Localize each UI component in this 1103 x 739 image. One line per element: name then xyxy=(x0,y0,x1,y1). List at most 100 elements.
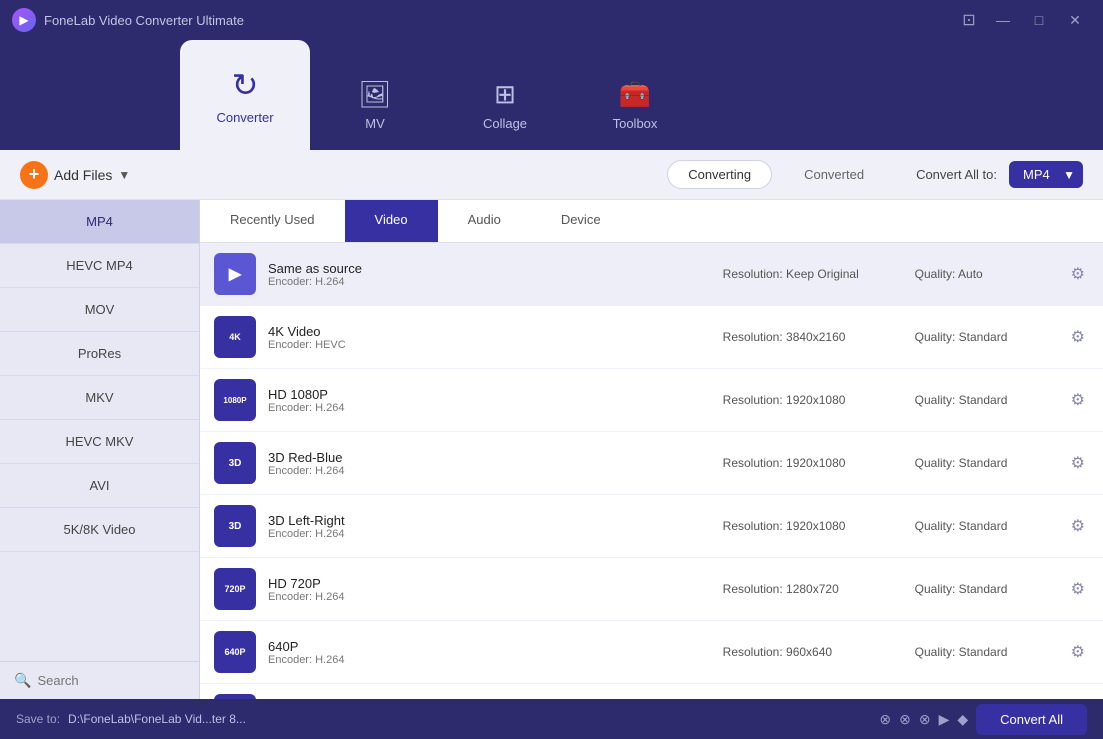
tab-audio[interactable]: Audio xyxy=(438,200,531,242)
format-settings-3d-rb[interactable]: ⚙ xyxy=(1067,449,1089,477)
nav-item-converter[interactable]: ↻ Converter xyxy=(180,40,310,150)
format-item-3d-red-blue[interactable]: 3D 3D Red-Blue Encoder: H.264 Resolution… xyxy=(200,432,1103,495)
format-name-same-as-source: Same as source xyxy=(268,261,711,276)
add-files-caret-icon: ▼ xyxy=(118,168,130,182)
save-to-path: D:\FoneLab\FoneLab Vid...ter 8... xyxy=(68,712,246,726)
format-settings-1080p[interactable]: ⚙ xyxy=(1067,386,1089,414)
search-box: 🔍 xyxy=(0,661,199,699)
category-mov[interactable]: MOV xyxy=(0,288,199,332)
format-settings-same-as-source[interactable]: ⚙ xyxy=(1067,260,1089,288)
format-encoder-720p: Encoder: H.264 xyxy=(268,591,711,603)
collage-icon: ⊞ xyxy=(494,79,516,110)
nav-item-collage[interactable]: ⊞ Collage xyxy=(440,60,570,150)
format-res-1080p: Resolution: 1920x1080 xyxy=(723,393,903,407)
app-title: FoneLab Video Converter Ultimate xyxy=(44,13,244,28)
search-icon: 🔍 xyxy=(14,672,31,689)
converted-tab[interactable]: Converted xyxy=(784,161,884,188)
format-item-sd-576p[interactable]: 576P SD 576P Encoder: H.264 Resolution: … xyxy=(200,684,1103,699)
category-5k8k[interactable]: 5K/8K Video xyxy=(0,508,199,552)
bottom-bar: Save to: D:\FoneLab\FoneLab Vid...ter 8.… xyxy=(0,699,1103,739)
format-item-same-as-source[interactable]: ▶ Same as source Encoder: H.264 Resoluti… xyxy=(200,243,1103,306)
title-bar: ▶ FoneLab Video Converter Ultimate ⊡ — □… xyxy=(0,0,1103,40)
add-files-label: Add Files xyxy=(54,167,112,183)
bottom-icon-5: ◆ xyxy=(957,711,968,728)
bottom-icon-1: ⊗ xyxy=(879,711,891,728)
save-to-label: Save to: xyxy=(16,712,60,726)
add-files-icon: + xyxy=(20,161,48,189)
format-res-3d-lr: Resolution: 1920x1080 xyxy=(723,519,903,533)
format-icon-3d-lr: 3D xyxy=(214,505,256,547)
nav-label-mv: MV xyxy=(365,116,385,131)
format-name-720p: HD 720P xyxy=(268,576,711,591)
bottom-icon-3: ⊗ xyxy=(919,711,931,728)
format-settings-3d-lr[interactable]: ⚙ xyxy=(1067,512,1089,540)
add-files-button[interactable]: + Add Files ▼ xyxy=(20,161,130,189)
format-icon-720p: 720P xyxy=(214,568,256,610)
search-input[interactable] xyxy=(37,673,200,688)
category-mkv[interactable]: MKV xyxy=(0,376,199,420)
format-res-720p: Resolution: 1280x720 xyxy=(723,582,903,596)
category-mp4[interactable]: MP4 xyxy=(0,200,199,244)
app-logo: ▶ xyxy=(12,8,36,32)
format-settings-720p[interactable]: ⚙ xyxy=(1067,575,1089,603)
format-item-info-3d-lr: 3D Left-Right Encoder: H.264 xyxy=(268,513,711,540)
format-encoder-3d-lr: Encoder: H.264 xyxy=(268,528,711,540)
tab-device[interactable]: Device xyxy=(531,200,631,242)
format-list-panel: Recently Used Video Audio Device ▶ Same … xyxy=(200,200,1103,699)
format-settings-640p[interactable]: ⚙ xyxy=(1067,638,1089,666)
nav-label-converter: Converter xyxy=(216,110,273,125)
converting-tab[interactable]: Converting xyxy=(667,160,772,189)
format-encoder-1080p: Encoder: H.264 xyxy=(268,402,711,414)
category-hevc-mkv[interactable]: HEVC MKV xyxy=(0,420,199,464)
caption-btn[interactable]: ⊡ xyxy=(955,10,983,30)
nav-bar: ↻ Converter 🖼 MV ⊞ Collage 🧰 Toolbox xyxy=(0,40,1103,150)
format-res-4k: Resolution: 3840x2160 xyxy=(723,330,903,344)
format-sidebar: MP4 HEVC MP4 MOV ProRes MKV HEVC MKV AVI… xyxy=(0,200,200,699)
nav-label-toolbox: Toolbox xyxy=(613,116,658,131)
format-item-3d-left-right[interactable]: 3D 3D Left-Right Encoder: H.264 Resoluti… xyxy=(200,495,1103,558)
format-tabs: Recently Used Video Audio Device xyxy=(200,200,1103,243)
maximize-button[interactable]: □ xyxy=(1023,8,1055,32)
convert-all-label: Convert All to: xyxy=(916,167,997,182)
format-quality-720p: Quality: Standard xyxy=(915,582,1055,596)
format-item-hd-1080p[interactable]: 1080P HD 1080P Encoder: H.264 Resolution… xyxy=(200,369,1103,432)
format-name-1080p: HD 1080P xyxy=(268,387,711,402)
format-item-640p[interactable]: 640P 640P Encoder: H.264 Resolution: 960… xyxy=(200,621,1103,684)
format-items-list: ▶ Same as source Encoder: H.264 Resoluti… xyxy=(200,243,1103,699)
category-avi[interactable]: AVI xyxy=(0,464,199,508)
format-icon-576p: 576P xyxy=(214,694,256,699)
title-bar-controls: ⊡ — □ ✕ xyxy=(955,8,1091,32)
category-hevc-mp4[interactable]: HEVC MP4 xyxy=(0,244,199,288)
close-button[interactable]: ✕ xyxy=(1059,8,1091,32)
format-res-3d-rb: Resolution: 1920x1080 xyxy=(723,456,903,470)
format-name-3d-rb: 3D Red-Blue xyxy=(268,450,711,465)
format-settings-4k[interactable]: ⚙ xyxy=(1067,323,1089,351)
format-item-info-720p: HD 720P Encoder: H.264 xyxy=(268,576,711,603)
main-area: + Add Files ▼ Converting Converted Conve… xyxy=(0,150,1103,699)
tab-recently-used[interactable]: Recently Used xyxy=(200,200,345,242)
minimize-button[interactable]: — xyxy=(987,8,1019,32)
nav-item-mv[interactable]: 🖼 MV xyxy=(310,60,440,150)
toolbox-icon: 🧰 xyxy=(619,79,651,110)
format-item-info-3d-rb: 3D Red-Blue Encoder: H.264 xyxy=(268,450,711,477)
title-bar-left: ▶ FoneLab Video Converter Ultimate xyxy=(12,8,244,32)
format-item-4k-video[interactable]: 4K 4K Video Encoder: HEVC Resolution: 38… xyxy=(200,306,1103,369)
tab-video[interactable]: Video xyxy=(345,200,438,242)
format-quality-640p: Quality: Standard xyxy=(915,645,1055,659)
mv-icon: 🖼 xyxy=(358,79,391,110)
convert-all-dropdown-wrapper[interactable]: MP4 MKV MOV AVI ▼ xyxy=(1009,161,1083,188)
format-item-info-4k: 4K Video Encoder: HEVC xyxy=(268,324,711,351)
category-prores[interactable]: ProRes xyxy=(0,332,199,376)
nav-item-toolbox[interactable]: 🧰 Toolbox xyxy=(570,60,700,150)
convert-all-dropdown[interactable]: MP4 MKV MOV AVI xyxy=(1009,161,1083,188)
format-encoder-4k: Encoder: HEVC xyxy=(268,339,711,351)
format-encoder-same-as-source: Encoder: H.264 xyxy=(268,276,711,288)
format-item-hd-720p[interactable]: 720P HD 720P Encoder: H.264 Resolution: … xyxy=(200,558,1103,621)
format-icon-same-as-source: ▶ xyxy=(214,253,256,295)
format-quality-3d-rb: Quality: Standard xyxy=(915,456,1055,470)
nav-label-collage: Collage xyxy=(483,116,527,131)
format-item-info-same-as-source: Same as source Encoder: H.264 xyxy=(268,261,711,288)
format-item-info-1080p: HD 1080P Encoder: H.264 xyxy=(268,387,711,414)
format-name-640p: 640P xyxy=(268,639,711,654)
convert-all-button[interactable]: Convert All xyxy=(976,704,1087,735)
